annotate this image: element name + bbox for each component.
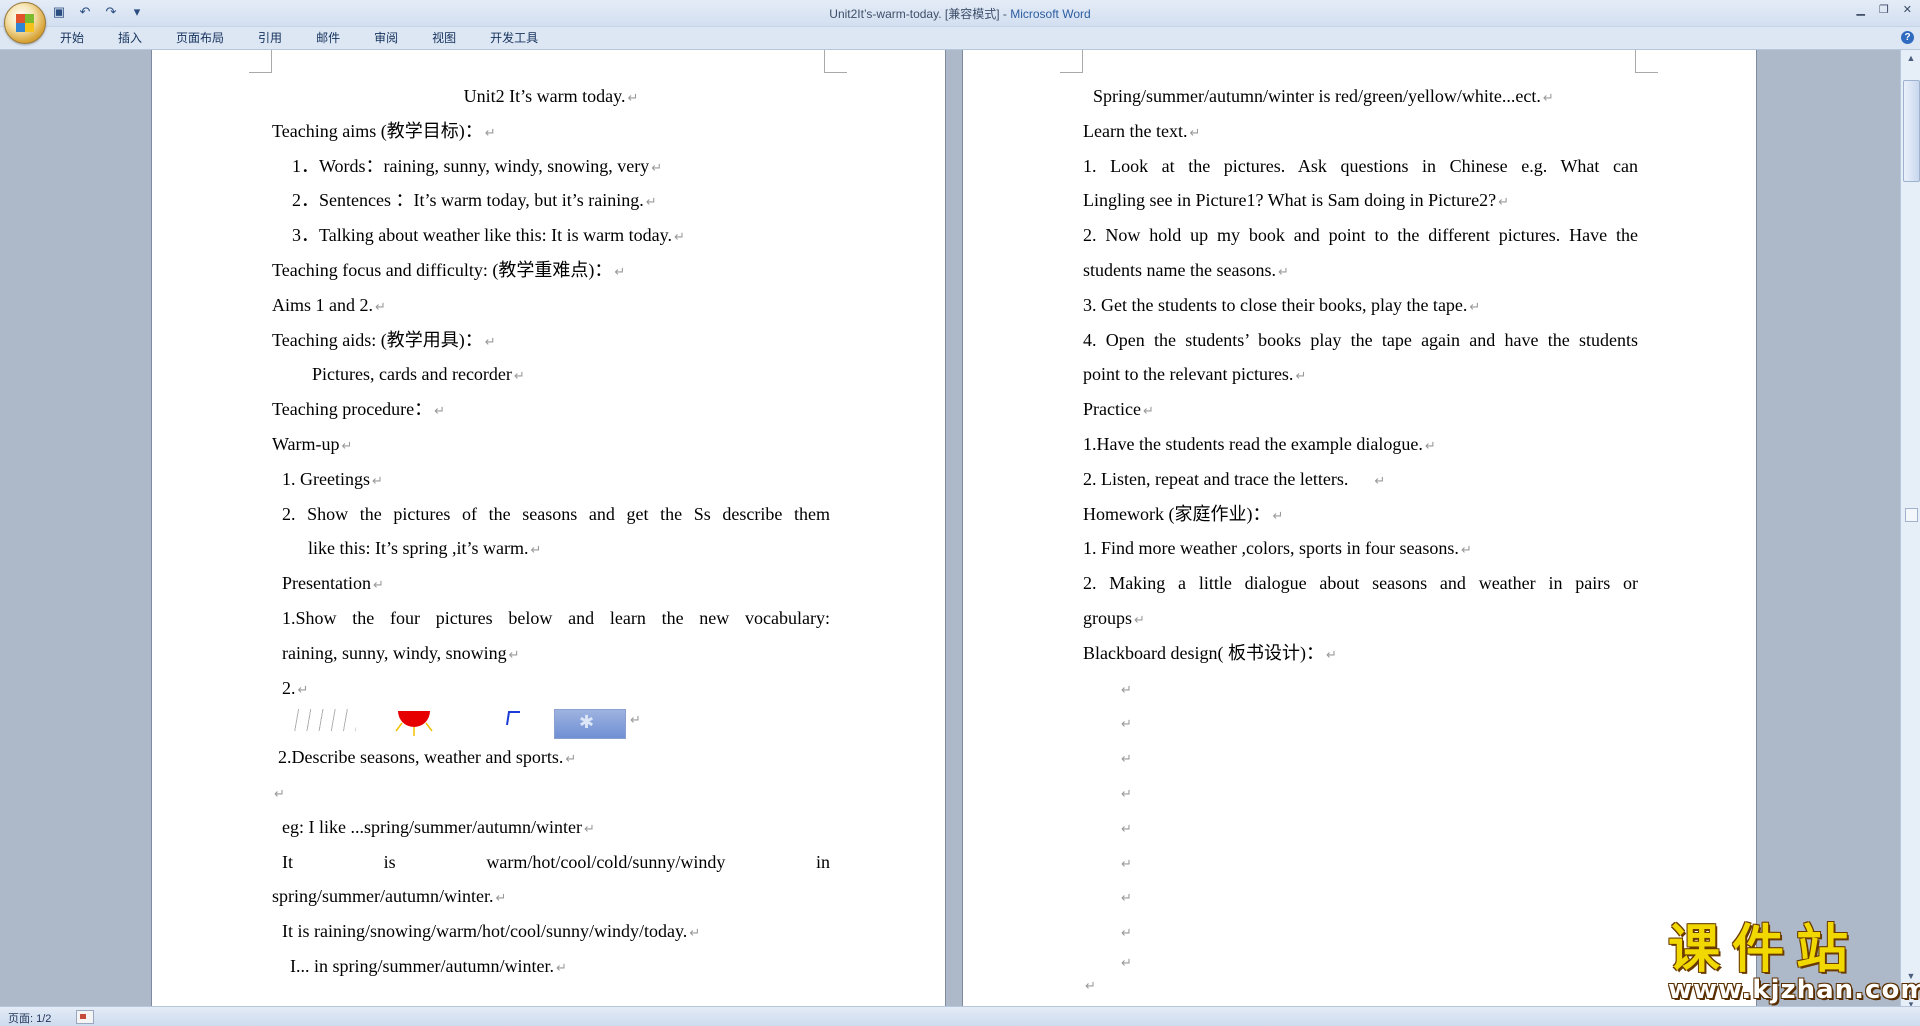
scroll-up-icon[interactable]: ▲ <box>1905 52 1917 64</box>
doc-line: It is warm/hot/cool/cold/sunny/windy in <box>282 851 830 872</box>
office-button[interactable] <box>4 2 46 44</box>
margin-corner-mark <box>824 50 847 73</box>
doc-line: 3. Get the students to close their books… <box>1083 294 1481 315</box>
watermark-chinese: 课件站 <box>1668 920 1861 980</box>
doc-line: 1. Greetings ↵ <box>282 468 383 489</box>
close-icon[interactable]: ✕ <box>1903 3 1912 16</box>
ribbon-tab[interactable]: 审阅 <box>358 30 416 46</box>
page-2[interactable]: Spring/summer/autumn/winter is red/green… <box>962 50 1757 1006</box>
snow-picture[interactable] <box>554 709 626 740</box>
empty-paragraph-mark: ↵ <box>1121 856 1132 872</box>
empty-paragraph-mark: ↵ <box>1121 752 1132 768</box>
office-logo-icon <box>16 14 34 32</box>
page-1[interactable]: Unit2 It’s warm today. ↵ Teaching aims (教… <box>151 50 946 1006</box>
doc-line: 1. Look at the pictures. Ask questions i… <box>1083 155 1638 176</box>
doc-line: 2. ↵ <box>282 677 309 698</box>
doc-line: 2. Now hold up my book and point to the … <box>1083 225 1638 246</box>
doc-line: 4. Open the students’ books play the tap… <box>1083 329 1638 350</box>
doc-line: Homework (家庭作业)： ↵ <box>1083 503 1284 524</box>
empty-paragraph-mark: ↵ <box>1121 955 1132 971</box>
doc-line: 2. Making a little dialogue about season… <box>1083 573 1638 594</box>
doc-line: Spring/summer/autumn/winter is red/green… <box>1093 86 1554 106</box>
window-controls: ▁ ❐ ✕ <box>1856 3 1912 16</box>
doc-line: 2.Describe seasons, weather and sports. ↵ <box>278 747 577 768</box>
rain-picture[interactable] <box>292 709 356 732</box>
title-bar: ▣ ↶ ↷ ▾ Unit2It’s-warm-today. [兼容模式] - M… <box>0 0 1920 44</box>
doc-line: 2．Sentences ：It’s warm today, but it’s r… <box>292 190 657 211</box>
empty-paragraph-mark: ↵ <box>1121 786 1132 802</box>
margin-corner-mark <box>1635 50 1658 73</box>
proofing-status-icon[interactable] <box>76 1010 94 1024</box>
ribbon-tab[interactable]: 开始 <box>44 30 102 46</box>
doc-line: Pictures, cards and recorder ↵ <box>312 364 525 385</box>
margin-corner-mark <box>1060 50 1083 73</box>
doc-line: 2. Show the pictures of the seasons and … <box>282 503 830 524</box>
doc-line: ↵ <box>274 786 285 802</box>
ribbon-tab[interactable]: 插入 <box>102 30 160 46</box>
document-workspace: Unit2 It’s warm today. ↵ Teaching aims (教… <box>0 50 1900 1006</box>
page-2-text[interactable]: Spring/summer/autumn/winter is red/green… <box>1083 79 1638 995</box>
doc-line: point to the relevant pictures. ↵ <box>1083 364 1307 385</box>
app-name: Microsoft Word <box>1010 7 1091 21</box>
watermark-url: www.kjzhan.com <box>1668 975 1920 1005</box>
doc-line: Warm-up ↵ <box>272 433 353 454</box>
wind-picture[interactable] <box>504 709 522 727</box>
status-bar: 页面: 1/2 <box>0 1006 1920 1026</box>
sun-picture[interactable] <box>394 709 434 737</box>
window-title: Unit2It’s-warm-today. [兼容模式] - Microsoft… <box>0 5 1920 22</box>
doc-line: Teaching procedure： ↵ <box>272 399 446 420</box>
doc-line: Lingling see in Picture1? What is Sam do… <box>1083 190 1510 211</box>
doc-line: raining, sunny, windy, snowing ↵ <box>282 642 520 663</box>
ribbon-tab[interactable]: 开发工具 <box>474 30 556 46</box>
doc-line: 1. Find more weather ,colors, sports in … <box>1083 538 1472 559</box>
doc-line: 3．Talking about weather like this: It is… <box>292 225 685 246</box>
minimize-icon[interactable]: ▁ <box>1856 3 1864 16</box>
doc-line: Practice ↵ <box>1083 399 1154 420</box>
doc-line: like this: It’s spring ,it’s warm. ↵ <box>308 538 542 559</box>
empty-paragraph-mark: ↵ <box>1085 978 1096 994</box>
doc-line: students name the seasons. ↵ <box>1083 259 1289 280</box>
restore-icon[interactable]: ❐ <box>1879 3 1889 16</box>
doc-line: Learn the text. ↵ <box>1083 120 1201 141</box>
empty-paragraph-mark: ↵ <box>1121 682 1132 698</box>
weather-pictures: ↵ <box>272 705 830 740</box>
doc-line: Teaching aims (教学目标)： ↵ <box>272 120 496 141</box>
scrollbar-thumb[interactable] <box>1903 80 1920 182</box>
page-count[interactable]: 页面: 1/2 <box>8 1010 51 1026</box>
doc-line: 1．Words：raining, sunny, windy, snowing, … <box>292 155 663 176</box>
ribbon-tab[interactable]: 引用 <box>242 30 300 46</box>
doc-line: It is raining/snowing/warm/hot/cool/sunn… <box>282 921 701 942</box>
empty-paragraph-mark: ↵ <box>1121 717 1132 733</box>
doc-line: 1.Have the students read the example dia… <box>1083 433 1436 454</box>
margin-corner-mark <box>249 50 272 73</box>
ribbon-tab[interactable]: 视图 <box>416 30 474 46</box>
doc-line: Presentation ↵ <box>282 573 384 594</box>
doc-line: Blackboard design( 板书设计)： ↵ <box>1083 642 1337 663</box>
scrollbar-track-marker <box>1905 508 1918 522</box>
doc-line: spring/summer/autumn/winter. ↵ <box>272 886 507 907</box>
doc-line: Teaching focus and difficulty: (教学重难点)： ↵ <box>272 259 626 280</box>
doc-line: groups ↵ <box>1083 607 1145 628</box>
ribbon-tab[interactable]: 邮件 <box>300 30 358 46</box>
doc-line: 1.Show the four pictures below and learn… <box>282 607 830 628</box>
vertical-scrollbar[interactable]: ▲ ▼ ▴ ▾ <box>1900 50 1920 1009</box>
ribbon-tabs: 开始 插入 页面布局 引用 邮件 审阅 视图 开发工具 <box>44 30 556 46</box>
doc-line: Aims 1 and 2. ↵ <box>272 294 386 315</box>
page-1-text[interactable]: Unit2 It’s warm today. ↵ Teaching aims (教… <box>272 79 830 984</box>
ribbon-tabs-bar: 开始 插入 页面布局 引用 邮件 审阅 视图 开发工具 ? <box>0 27 1920 50</box>
empty-paragraph-mark: ↵ <box>1121 821 1132 837</box>
doc-line: Teaching aids: (教学用具)： ↵ <box>272 329 496 350</box>
empty-paragraph-mark: ↵ <box>1121 891 1132 907</box>
doc-line: 2. Listen, repeat and trace the letters.… <box>1083 468 1386 489</box>
empty-paragraph-mark: ↵ <box>1121 926 1132 942</box>
ribbon-tab[interactable]: 页面布局 <box>160 30 242 46</box>
doc-title: Unit2 It’s warm today. ↵ <box>463 86 639 106</box>
doc-line: I... in spring/summer/autumn/winter. ↵ <box>290 955 567 976</box>
document-title: Unit2It’s-warm-today. [兼容模式] - <box>829 7 1011 21</box>
help-icon[interactable]: ? <box>1901 31 1914 44</box>
site-watermark: 课件站 www.kjzhan.com <box>1668 920 1920 1006</box>
doc-line: eg: I like ...spring/summer/autumn/winte… <box>282 816 595 837</box>
